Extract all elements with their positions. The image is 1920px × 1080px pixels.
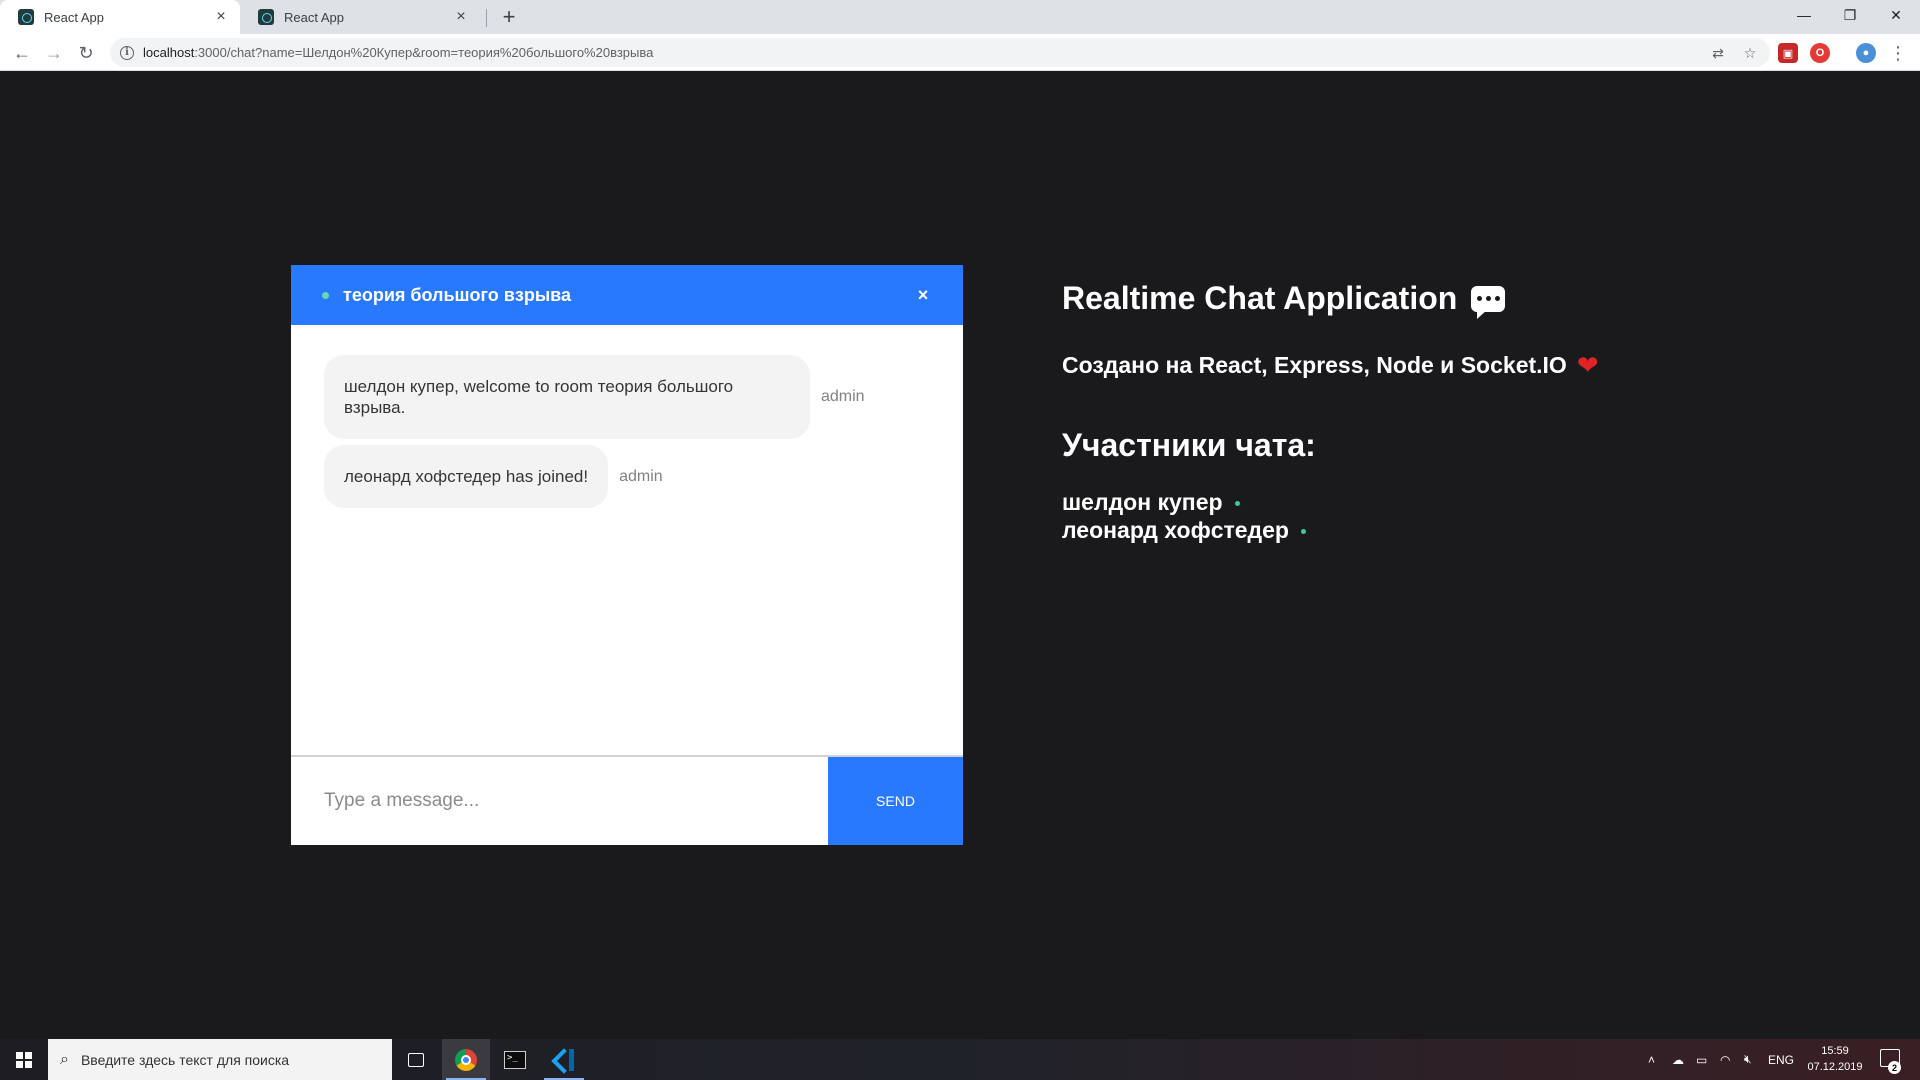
extension-icon[interactable]: ▣ xyxy=(1778,43,1798,63)
forward-arrow-icon[interactable]: → xyxy=(40,39,68,67)
send-button[interactable]: SEND xyxy=(828,757,963,845)
messages-list[interactable]: шелдон купер, welcome to room теория бол… xyxy=(291,325,963,749)
message-bubble: леонард хофстедер has joined! xyxy=(324,445,609,508)
online-status-icon xyxy=(1300,528,1306,534)
close-tab-icon[interactable]: × xyxy=(212,8,230,26)
address-bar[interactable]: i localhost:3000/chat?name=Шелдон%20Купе… xyxy=(110,38,1770,67)
chat-window: теория большого взрыва × шелдон купер, w… xyxy=(291,265,963,845)
url-text: localhost:3000/chat?name=Шелдон%20Купер&… xyxy=(143,45,654,60)
notifications-badge: 2 xyxy=(1888,1061,1901,1074)
start-button[interactable] xyxy=(0,1039,48,1080)
chat-header: теория большого взрыва × xyxy=(291,265,963,325)
onedrive-icon[interactable]: ☁ xyxy=(1672,1039,1684,1080)
participant-item: леонард хофстедер xyxy=(1062,516,1306,544)
volume-muted-icon[interactable]: 🔇︎ xyxy=(1744,1039,1752,1080)
tab-title: React App xyxy=(284,9,344,25)
message-bubble: шелдон купер, welcome to room теория бол… xyxy=(324,355,810,439)
participants-list: шелдон купер леонард хофстедер xyxy=(1062,488,1306,544)
minimize-button[interactable]: — xyxy=(1781,0,1827,30)
browser-toolbar: ← → ↻ i localhost:3000/chat?name=Шелдон%… xyxy=(0,34,1920,71)
more-menu-icon[interactable]: ⋮ xyxy=(1884,39,1912,67)
reload-icon[interactable]: ↻ xyxy=(72,39,100,67)
back-arrow-icon[interactable]: ← xyxy=(8,39,36,67)
vscode-icon xyxy=(553,1048,575,1071)
message-sender: admin xyxy=(821,388,865,405)
message-row: шелдон купер, welcome to room теория бол… xyxy=(324,355,930,439)
task-view-icon xyxy=(408,1052,424,1067)
message-input[interactable] xyxy=(291,757,828,845)
browser-tab-2[interactable]: React App × xyxy=(240,0,480,34)
participants-title: Участники чата: xyxy=(1062,427,1316,463)
browser-tab-1[interactable]: React App × xyxy=(0,0,240,34)
participant-item: шелдон купер xyxy=(1062,488,1306,516)
restore-button[interactable]: ❐ xyxy=(1827,0,1873,30)
message-composer: SEND xyxy=(291,755,963,845)
close-tab-icon[interactable]: × xyxy=(452,8,470,26)
windows-logo-icon xyxy=(16,1051,32,1068)
tray-chevron-icon[interactable]: ˄ xyxy=(1648,1039,1655,1080)
new-tab-button[interactable]: + xyxy=(496,4,522,30)
tab-separator xyxy=(486,9,487,27)
message-row: леонард хофстедер has joined! admin xyxy=(324,445,930,508)
close-icon[interactable]: × xyxy=(913,285,933,306)
heart-icon: ❤ xyxy=(1576,350,1599,380)
react-favicon-icon xyxy=(258,9,274,25)
message-sender: admin xyxy=(619,467,663,485)
app-subtitle: Создано на React, Express, Node и Socket… xyxy=(1062,350,1599,380)
online-status-icon xyxy=(1234,500,1240,506)
search-placeholder: Введите здесь текст для поиска xyxy=(80,1051,290,1068)
taskbar-search[interactable]: ⌕ Введите здесь текст для поиска xyxy=(48,1039,392,1080)
taskbar-chrome[interactable] xyxy=(442,1039,490,1080)
room-name: теория большого взрыва xyxy=(343,284,572,305)
speech-bubble-icon xyxy=(1471,285,1506,319)
react-favicon-icon xyxy=(18,9,34,25)
clock[interactable]: 15:59 07.12.2019 xyxy=(1800,1043,1870,1075)
task-view-button[interactable] xyxy=(392,1039,440,1080)
close-window-button[interactable]: ✕ xyxy=(1873,0,1919,30)
browser-tab-bar: React App × React App × + — ❐ ✕ xyxy=(0,0,1920,34)
terminal-icon: >_ xyxy=(504,1050,526,1069)
language-indicator[interactable]: ENG xyxy=(1768,1039,1794,1080)
tab-title: React App xyxy=(44,9,104,25)
bookmark-star-icon[interactable]: ☆ xyxy=(1740,43,1760,63)
app-title: Realtime Chat Application xyxy=(1062,280,1506,319)
clock-date: 07.12.2019 xyxy=(1807,1061,1863,1073)
wifi-icon[interactable]: ◠ xyxy=(1720,1039,1730,1080)
clock-time: 15:59 xyxy=(1821,1045,1849,1057)
chrome-icon xyxy=(455,1048,477,1071)
online-status-icon xyxy=(322,291,329,299)
profile-avatar-icon[interactable]: ● xyxy=(1856,43,1876,63)
battery-icon[interactable]: ▭ xyxy=(1696,1039,1707,1080)
windows-taskbar: ⌕ Введите здесь текст для поиска >_ ˄ ☁ … xyxy=(0,1039,1920,1080)
search-icon: ⌕ xyxy=(60,1050,69,1068)
site-info-icon[interactable]: i xyxy=(120,45,134,60)
taskbar-vscode[interactable] xyxy=(540,1039,588,1080)
taskbar-terminal[interactable]: >_ xyxy=(491,1039,539,1080)
opera-adblock-icon[interactable]: O xyxy=(1810,43,1830,63)
translate-icon[interactable]: ⇄ xyxy=(1708,43,1728,63)
